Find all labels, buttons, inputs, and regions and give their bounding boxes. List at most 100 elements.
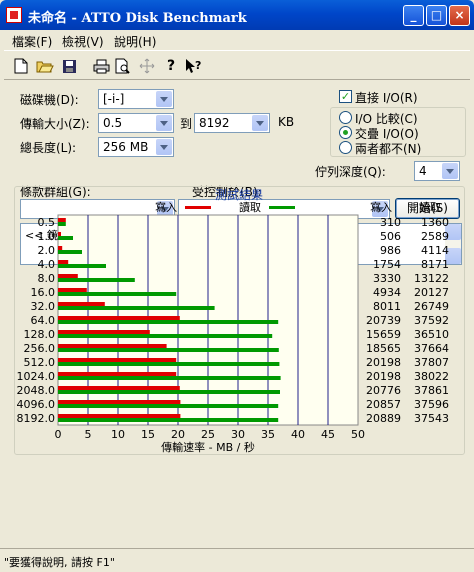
write-bar	[58, 316, 180, 320]
save-icon[interactable]	[60, 57, 78, 75]
category-label: 128.0	[24, 328, 56, 341]
read-value-label: 37664	[414, 342, 449, 355]
read-value-label: 1360	[421, 216, 449, 229]
length-dropdown-icon[interactable]	[156, 139, 172, 155]
x-tick-label: 45	[321, 428, 335, 441]
queue-depth-dropdown-icon[interactable]	[442, 163, 458, 179]
menu-help[interactable]: 說明(H)	[114, 33, 156, 50]
x-tick-label: 10	[111, 428, 125, 441]
io-compare-radio[interactable]	[339, 111, 352, 124]
write-value-label: 20198	[366, 370, 401, 383]
drive-label: 磁碟機(D):	[20, 93, 79, 107]
category-label: 1024.0	[17, 370, 56, 383]
read-bar	[58, 376, 281, 380]
x-axis-label: 傳輸速率 - MB / 秒	[161, 440, 255, 454]
legend-read-swatch	[269, 206, 295, 209]
category-label: 1.0	[38, 230, 56, 243]
write-bar	[58, 246, 63, 250]
write-value-label: 1754	[373, 258, 401, 271]
read-bar	[58, 250, 82, 254]
read-value-label: 8171	[421, 258, 449, 271]
transfer-from-value: 0.5	[103, 116, 123, 130]
read-bar	[58, 418, 279, 422]
write-bar	[58, 358, 177, 362]
write-bar	[58, 386, 180, 390]
category-label: 512.0	[24, 356, 56, 369]
transfer-from-dropdown-icon[interactable]	[156, 115, 172, 131]
maximize-button[interactable]: □	[426, 5, 447, 26]
neither-label: 兩者都不(N)	[355, 142, 422, 156]
write-bar	[58, 330, 150, 334]
length-select[interactable]: 256 MB	[98, 137, 174, 157]
read-bar	[58, 236, 73, 240]
legend-write-label: 寫入	[155, 200, 177, 214]
category-label: 4.0	[38, 258, 56, 271]
write-bar	[58, 260, 69, 264]
menu-view[interactable]: 檢視(V)	[62, 33, 104, 50]
write-value-label: 20739	[366, 314, 401, 327]
drive-value: [-i-]	[103, 92, 125, 106]
transfer-to-dropdown-icon[interactable]	[252, 115, 268, 131]
read-value-label: 37592	[414, 314, 449, 327]
help-icon[interactable]: ?	[162, 57, 180, 75]
write-value-label: 20776	[366, 384, 401, 397]
app-icon[interactable]	[6, 7, 22, 23]
to-label: 到	[180, 117, 193, 131]
new-icon[interactable]	[12, 57, 30, 75]
transfer-to-select[interactable]: 8192	[194, 113, 270, 133]
x-tick-label: 40	[291, 428, 305, 441]
write-value-label: 18565	[366, 342, 401, 355]
write-value-label: 310	[380, 216, 401, 229]
category-label: 4096.0	[17, 398, 56, 411]
write-value-label: 3330	[373, 272, 401, 285]
menu-bar: 檔案(F) 檢視(V) 說明(H)	[4, 30, 470, 50]
read-bar	[58, 390, 280, 394]
write-value-label: 4934	[373, 286, 401, 299]
write-value-label: 986	[380, 244, 401, 257]
length-value: 256 MB	[103, 140, 149, 154]
drive-select[interactable]: [-i-]	[98, 89, 174, 109]
close-button[interactable]: ×	[449, 5, 470, 26]
read-bar	[58, 292, 177, 296]
write-value-label: 506	[380, 230, 401, 243]
drive-dropdown-icon[interactable]	[156, 91, 172, 107]
read-value-label: 2589	[421, 230, 449, 243]
move-icon[interactable]	[138, 57, 156, 75]
menu-file[interactable]: 檔案(F)	[12, 33, 52, 50]
minimize-button[interactable]: _	[403, 5, 424, 26]
queue-depth-value: 4	[419, 164, 427, 178]
write-bar	[58, 372, 177, 376]
x-tick-label: 15	[141, 428, 155, 441]
status-bar: "要獲得說明, 請按 F1"	[0, 548, 474, 572]
read-bar	[58, 334, 273, 338]
category-label: 64.0	[31, 314, 56, 327]
window-title: 未命名 - ATTO Disk Benchmark	[28, 11, 247, 26]
length-label: 總長度(L):	[20, 141, 77, 155]
legend-read-label: 讀取	[239, 200, 261, 214]
x-tick-label: 25	[201, 428, 215, 441]
neither-radio[interactable]	[339, 141, 352, 154]
category-label: 256.0	[24, 342, 56, 355]
x-tick-label: 30	[231, 428, 245, 441]
category-label: 8192.0	[17, 412, 56, 425]
category-label: 2.0	[38, 244, 56, 257]
category-label: 8.0	[38, 272, 56, 285]
read-value-label: 4114	[421, 244, 449, 257]
category-label: 0.5	[38, 216, 56, 229]
read-value-label: 37596	[414, 398, 449, 411]
transfer-from-select[interactable]: 0.5	[98, 113, 174, 133]
read-bar	[58, 264, 106, 268]
results-group: 測試結果 寫入 讀取 寫入 讀取 0 5 10 15 20 25 30 35 40 45 50 傳輸速率 - M…	[14, 186, 465, 455]
open-icon[interactable]	[36, 57, 54, 75]
direct-io-checkbox[interactable]: ✓	[339, 90, 352, 103]
print-icon[interactable]	[92, 57, 110, 75]
overlapped-io-radio[interactable]	[339, 126, 352, 139]
context-help-icon[interactable]: ?	[184, 57, 202, 75]
queue-depth-select[interactable]: 4	[414, 161, 460, 181]
read-value-label: 36510	[414, 328, 449, 341]
legend-write-swatch	[185, 206, 211, 209]
print-preview-icon[interactable]	[114, 57, 132, 75]
read-value-label: 13122	[414, 272, 449, 285]
category-label: 2048.0	[17, 384, 56, 397]
read-value-label: 26749	[414, 300, 449, 313]
